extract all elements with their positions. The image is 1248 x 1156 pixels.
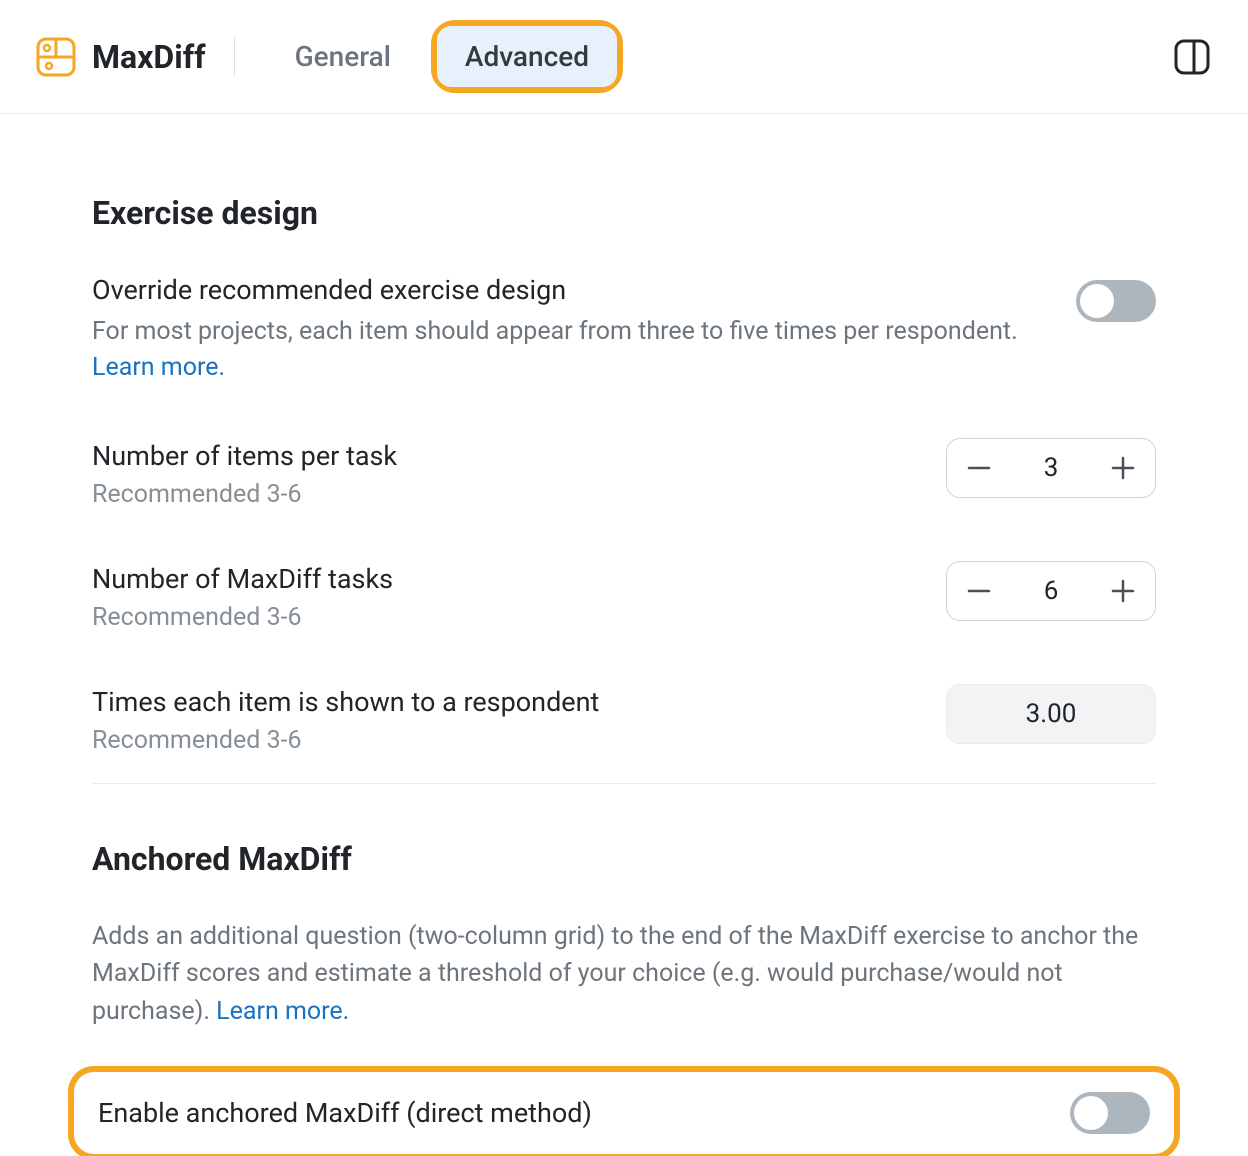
enable-anchored-toggle[interactable] — [1070, 1092, 1150, 1134]
override-learn-more-link[interactable]: Learn more. — [92, 353, 225, 382]
times-shown-label: Times each item is shown to a respondent — [92, 684, 906, 722]
tab-advanced-label: Advanced — [437, 26, 617, 87]
section-divider — [92, 783, 1156, 784]
anchored-learn-more-link[interactable]: Learn more. — [216, 997, 349, 1026]
num-tasks-decrement[interactable] — [947, 562, 1011, 620]
num-tasks-value[interactable]: 6 — [1011, 576, 1091, 606]
override-toggle[interactable] — [1076, 280, 1156, 322]
num-tasks-stepper: 6 — [946, 561, 1156, 621]
times-shown-value: 3.00 — [946, 684, 1156, 744]
num-tasks-label: Number of MaxDiff tasks — [92, 561, 906, 599]
anchored-desc: Adds an additional question (two-column … — [92, 918, 1156, 1031]
app-title: MaxDiff — [92, 38, 206, 76]
items-per-task-hint: Recommended 3-6 — [92, 480, 906, 509]
minus-icon — [966, 455, 992, 481]
items-per-task-increment[interactable] — [1091, 439, 1155, 497]
times-shown-hint: Recommended 3-6 — [92, 726, 906, 755]
items-per-task-label: Number of items per task — [92, 438, 906, 476]
minus-icon — [966, 578, 992, 604]
override-desc-text: For most projects, each item should appe… — [92, 317, 1018, 346]
plus-icon — [1110, 578, 1136, 604]
maxdiff-icon — [36, 37, 76, 77]
section-title-exercise-design: Exercise design — [92, 194, 1156, 232]
tab-advanced[interactable]: Advanced — [431, 20, 623, 93]
plus-icon — [1110, 455, 1136, 481]
enable-anchored-row: Enable anchored MaxDiff (direct method) — [68, 1066, 1180, 1156]
panel-toggle-icon[interactable] — [1172, 37, 1212, 77]
override-label: Override recommended exercise design — [92, 272, 1036, 310]
num-tasks-increment[interactable] — [1091, 562, 1155, 620]
num-tasks-hint: Recommended 3-6 — [92, 603, 906, 632]
items-per-task-value[interactable]: 3 — [1011, 453, 1091, 483]
header-divider — [234, 37, 235, 77]
tab-general[interactable]: General — [267, 26, 419, 87]
section-title-anchored: Anchored MaxDiff — [92, 840, 1156, 878]
items-per-task-decrement[interactable] — [947, 439, 1011, 497]
enable-anchored-label: Enable anchored MaxDiff (direct method) — [98, 1097, 592, 1129]
override-desc: For most projects, each item should appe… — [92, 314, 1036, 387]
items-per-task-stepper: 3 — [946, 438, 1156, 498]
